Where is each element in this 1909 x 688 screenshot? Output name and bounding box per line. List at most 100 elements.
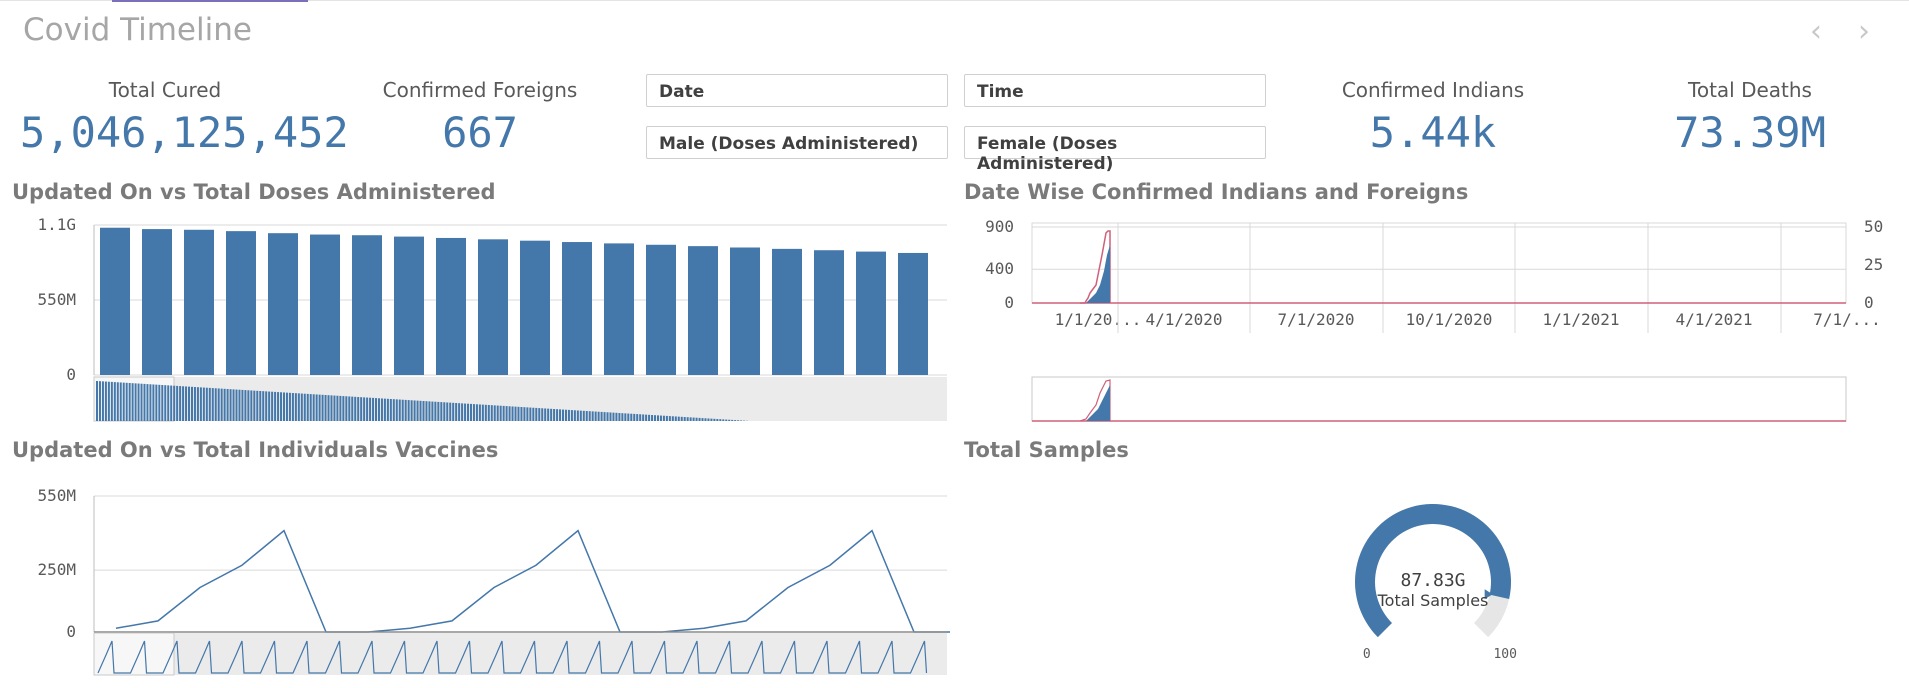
mini-bar [149,384,152,421]
mini-bar [288,392,291,421]
mini-bar [137,383,140,421]
mini-bar [505,406,508,421]
mini-bar [226,389,229,421]
kpi-total-deaths[interactable]: Total Deaths 73.39M [1640,78,1860,157]
mini-bar [306,393,309,421]
mini-bar [529,407,532,421]
total-samples-gauge[interactable]: 87.83GTotal Samples 0 100 [1300,470,1560,660]
mini-bar [380,398,383,421]
mini-bar [559,409,562,421]
mini-bar [190,386,193,421]
x-tick-label: 4/1/2021 [1675,310,1752,329]
mini-bar [487,405,490,421]
mini-bar [579,410,582,421]
mini-bar [107,381,110,421]
mini-bar [609,412,612,421]
mini-bar [725,419,728,421]
mini-bar [294,393,297,421]
mini-bar [113,382,116,421]
x-tick-label: 4/1/2020 [1145,310,1222,329]
mini-bar [342,396,345,421]
mini-bar [585,411,588,421]
y-left-tick-label: 400 [985,259,1014,278]
kpi-label: Confirmed Indians [1341,78,1525,102]
filter-time[interactable]: Time [964,74,1266,107]
mini-bar [333,395,336,421]
mini-bar [262,391,265,421]
mini-bar [164,385,167,421]
mini-bar [410,400,413,421]
bar [814,250,844,375]
bar [646,244,676,375]
vaccines-line-chart[interactable]: 550M 250M 0 [0,470,950,680]
confirmed-line-chart[interactable]: 9004000502501/1/20... 4/1/2020 7/1/2020 10/… [960,205,1909,425]
filter-female-doses[interactable]: Female (Doses Administered) [964,126,1266,174]
mini-bar [146,384,149,421]
mini-bar [621,413,624,421]
mini-bar [404,399,407,421]
mini-bar [375,398,378,421]
bar [436,237,466,375]
mini-bar [719,419,722,421]
mini-bar [354,396,357,421]
mini-bar [680,416,683,421]
mini-bar [389,399,392,421]
bar [604,243,634,375]
bar [352,235,382,375]
mini-bar [253,390,256,421]
mini-bar [285,392,288,421]
mini-bar [250,390,253,421]
mini-bar [196,387,199,421]
mini-bar [170,385,173,421]
bar [268,233,298,375]
y-tick-label: 0 [66,622,76,641]
y-tick-label: 550M [37,486,76,505]
mini-bar [208,387,211,421]
mini-bar [475,404,478,421]
mini-bar [297,393,300,421]
mini-bar [232,389,235,421]
mini-bar [392,399,395,421]
kpi-value: 5,046,125,452 [20,108,349,157]
mini-bar [443,402,446,421]
y-tick-label: 550M [37,290,76,309]
previous-sheet-icon[interactable]: ‹ [1810,14,1822,49]
bar [562,242,592,375]
next-sheet-icon[interactable]: › [1858,14,1870,49]
mini-bar [588,411,591,421]
mini-bar [541,408,544,421]
y-left-tick-label: 900 [985,217,1014,236]
mini-bar [469,403,472,421]
mini-bar [594,411,597,421]
mini-bar [351,396,354,421]
mini-bar [268,391,271,421]
mini-bar [600,411,603,421]
mini-bar [535,407,538,421]
y-left-tick-label: 0 [1004,293,1014,312]
mini-bar [345,396,348,421]
doses-bar-chart[interactable]: 1.1G 550M 0 [0,205,950,425]
mini-bar [734,420,737,421]
mini-bar [330,395,333,421]
mini-bar [449,402,452,421]
mini-bar [508,406,511,421]
mini-bar [689,417,692,421]
kpi-confirmed-foreigns[interactable]: Confirmed Foreigns 667 [360,78,600,157]
mini-bar [683,417,686,421]
mini-bar [422,401,425,421]
y-tick-label: 0 [66,365,76,384]
mini-bar [416,400,419,421]
kpi-confirmed-indians[interactable]: Confirmed Indians 5.44k [1318,78,1548,157]
mini-bar [478,404,481,421]
mini-bar [591,411,594,421]
mini-bar [211,388,214,421]
navigator-frame [1031,376,1847,422]
filter-male-doses[interactable]: Male (Doses Administered) [646,126,948,159]
gauge-max-label: 100 [1493,647,1516,660]
kpi-total-cured[interactable]: Total Cured 5,046,125,452 [20,78,349,157]
filter-date[interactable]: Date [646,74,948,107]
mini-bar [722,419,725,421]
mini-bar [407,400,410,421]
mini-bar [612,412,615,421]
mini-bar [710,418,713,421]
